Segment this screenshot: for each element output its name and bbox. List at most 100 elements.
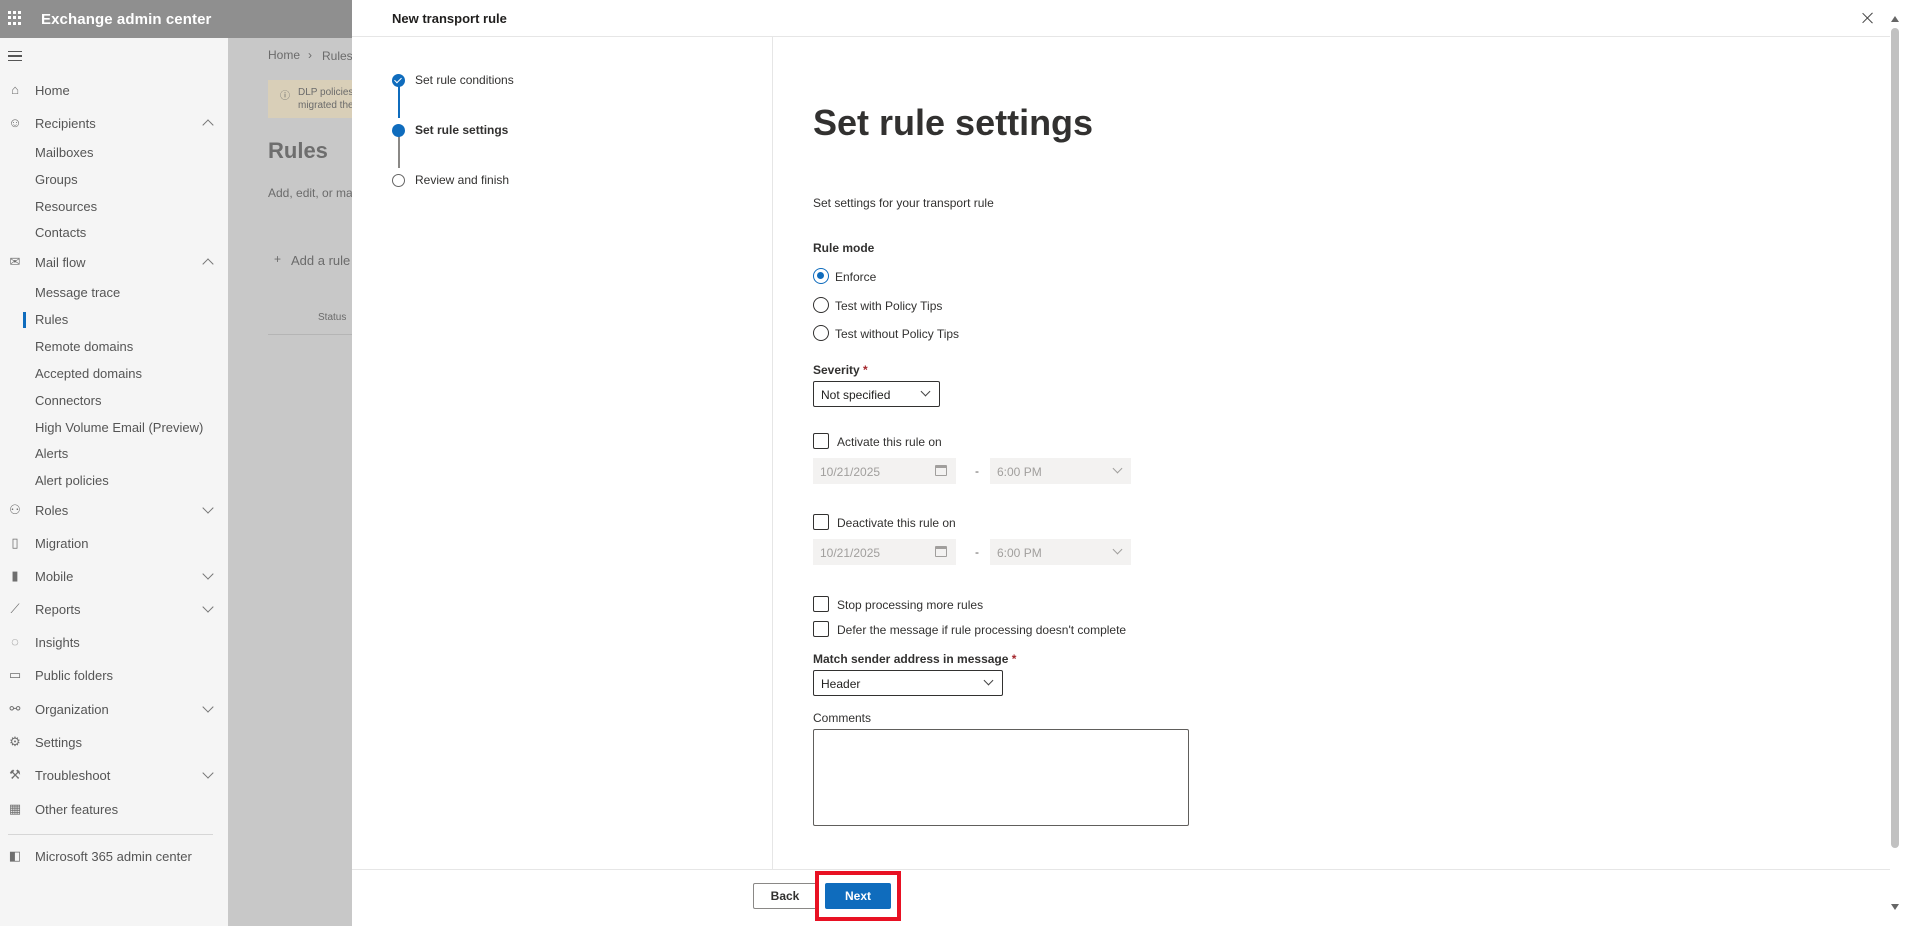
range-dash: - [975,464,979,478]
nav-contacts[interactable]: Contacts [0,220,228,244]
radio-test-with-policy-tips-label: Test with Policy Tips [835,299,943,313]
radio-test-without-policy-tips[interactable] [813,325,829,341]
section-subtitle: Set settings for your transport rule [813,196,994,210]
next-button[interactable]: Next [825,883,891,909]
nav-roles[interactable]: ⚇ Roles [0,498,228,522]
nav-alert-policies[interactable]: Alert policies [0,468,228,492]
nav-connectors[interactable]: Connectors [0,388,228,412]
nav-groups[interactable]: Groups [0,167,228,191]
chevron-down-icon [1112,463,1123,474]
nav-public-folders[interactable]: ▭ Public folders [0,663,228,687]
chevron-down-icon [920,386,931,397]
chevron-down-icon [1112,544,1123,555]
nav-message-trace[interactable]: Message trace [0,280,228,304]
radio-enforce[interactable] [813,268,829,284]
deactivate-date-picker[interactable]: 10/21/2025 [813,539,956,565]
footer-divider [352,869,1890,870]
nav-other-features[interactable]: ▦ Other features [0,797,228,821]
nav-recipients[interactable]: ☺ Recipients [0,111,228,135]
nav-organization[interactable]: ⚯ Organization [0,697,228,721]
match-sender-dropdown[interactable]: Header [813,670,1003,696]
organization-icon: ⚯ [9,701,21,716]
rule-mode-label: Rule mode [813,241,875,255]
nav-mobile[interactable]: ▮ Mobile [0,564,228,588]
nav-reports[interactable]: ⟋ Reports [0,597,228,621]
severity-dropdown[interactable]: Not specified [813,381,940,407]
nav-resources[interactable]: Resources [0,194,228,218]
scrollbar-thumb[interactable] [1891,28,1899,848]
nav-migration[interactable]: ▯ Migration [0,531,228,555]
migration-icon: ▯ [11,535,19,550]
breadcrumb-rules: Rules [322,49,353,63]
stop-processing-label: Stop processing more rules [837,598,984,612]
nav-mail-flow[interactable]: ✉ Mail flow [0,250,228,274]
severity-label: Severity * [813,363,868,377]
radio-test-with-policy-tips[interactable] [813,297,829,313]
match-sender-label: Match sender address in message * [813,652,1017,666]
grid-icon: ▦ [8,801,22,816]
nav-m365-admin-center[interactable]: ◧ Microsoft 365 admin center [0,844,228,868]
panel-title: New transport rule [392,11,507,26]
plus-icon: + [274,252,282,266]
scroll-up-icon[interactable] [1891,16,1899,22]
scroll-down-icon[interactable] [1891,904,1899,910]
column-status: Status [318,312,347,323]
nav-mailboxes[interactable]: Mailboxes [0,140,228,164]
radio-enforce-label: Enforce [835,270,877,284]
required-indicator: * [863,363,868,377]
nav-settings[interactable]: ⚙ Settings [0,730,228,754]
deactivate-rule-label: Deactivate this rule on [837,516,956,530]
chevron-down-icon [202,568,214,580]
info-icon: ⓘ [280,91,290,102]
required-indicator: * [1011,652,1017,666]
comments-textarea[interactable] [813,729,1189,826]
nav-alerts[interactable]: Alerts [0,441,228,465]
defer-message-checkbox[interactable] [813,621,829,637]
chevron-up-icon [202,258,214,270]
home-icon: ⌂ [11,82,19,97]
back-button[interactable]: Back [753,883,817,909]
deactivate-time-dropdown[interactable]: 6:00 PM [990,539,1131,565]
person-icon: ☺ [8,115,22,130]
hamburger-icon[interactable] [8,51,22,61]
nav-troubleshoot[interactable]: ⚒ Troubleshoot [0,763,228,787]
chevron-down-icon [983,675,994,686]
activate-date-picker[interactable]: 10/21/2025 [813,458,956,484]
mail-icon: ✉ [9,254,21,269]
nav-home[interactable]: ⌂ Home [0,78,228,102]
divider [268,334,352,335]
chart-icon: ⟋ [10,601,20,616]
step-connector [398,86,400,118]
deactivate-rule-checkbox[interactable] [813,514,829,530]
roles-icon: ⚇ [9,502,21,517]
page-description: Add, edit, or ma [268,186,352,200]
nav-insights[interactable]: ◌ Insights [0,630,228,654]
nav-remote-domains[interactable]: Remote domains [0,334,228,358]
range-dash: - [975,545,979,559]
wrench-icon: ⚒ [9,767,21,782]
radio-test-without-policy-tips-label: Test without Policy Tips [835,327,960,341]
breadcrumb-separator: › [308,48,312,62]
activate-rule-checkbox[interactable] [813,433,829,449]
pending-step-icon [392,174,405,187]
activate-time-dropdown[interactable]: 6:00 PM [990,458,1131,484]
app-launcher-icon[interactable] [8,11,22,25]
add-rule-button[interactable]: Add a rule [291,253,350,268]
close-icon[interactable] [1860,10,1876,26]
steps-divider [772,37,773,869]
mobile-icon: ▮ [11,568,19,583]
chevron-down-icon [202,767,214,779]
gear-icon: ⚙ [9,734,21,749]
header-divider [352,36,1890,37]
office-icon: ◧ [8,848,22,863]
nav-high-volume-email[interactable]: High Volume Email (Preview) [0,415,228,439]
chevron-up-icon [202,119,214,131]
step-connector [398,136,400,168]
chevron-down-icon [202,502,214,514]
left-navigation: ⌂ Home ☺ Recipients Mailboxes Groups Res… [0,38,228,926]
nav-rules[interactable]: Rules [0,307,228,331]
stop-processing-checkbox[interactable] [813,596,829,612]
calendar-icon [935,465,947,476]
lightbulb-icon: ◌ [11,634,19,649]
nav-accepted-domains[interactable]: Accepted domains [0,361,228,385]
